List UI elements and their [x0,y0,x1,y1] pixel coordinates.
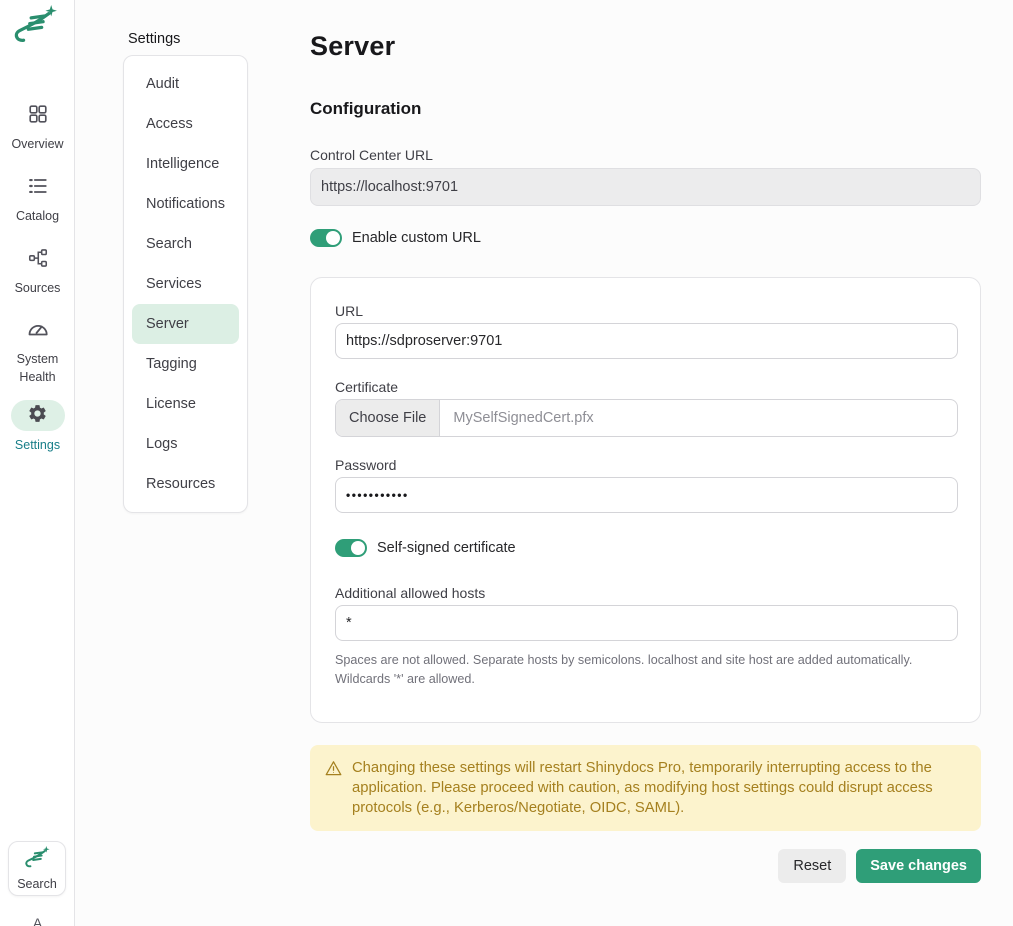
enable-custom-url-row: Enable custom URL [310,229,481,247]
warning-text: Changing these settings will restart Shi… [352,758,959,818]
submenu-item-notifications[interactable]: Notifications [132,184,239,224]
allowed-hosts-helper-text: Spaces are not allowed. Separate hosts b… [335,651,960,689]
warning-icon [324,759,343,778]
sidebar-item-label: Settings [15,436,60,454]
submenu-item-intelligence[interactable]: Intelligence [132,144,239,184]
control-center-url-input [310,168,981,206]
certificate-filename: MySelfSignedCert.pfx [440,400,593,436]
custom-url-card: URL Certificate Choose File MySelfSigned… [310,277,981,723]
sidebar-item-label: System Health [12,350,64,386]
sidebar-item-settings[interactable]: Settings [0,400,75,454]
submenu-item-license[interactable]: License [132,384,239,424]
url-label: URL [335,303,363,319]
list-icon [27,175,49,202]
password-input[interactable] [335,477,958,513]
sidebar-item-label: Overview [11,135,63,153]
main-content: Server Configuration Control Center URL … [310,0,981,926]
shinydocs-logo-icon [11,5,59,50]
gauge-icon [26,318,50,345]
submenu-item-access[interactable]: Access [132,104,239,144]
sidebar-item-label: Catalog [16,207,59,225]
control-center-url-label: Control Center URL [310,147,433,163]
choose-file-button[interactable]: Choose File [336,400,440,436]
section-title: Configuration [310,99,421,119]
toggle-knob [351,541,365,555]
sidebar-search-button[interactable]: Search [8,841,66,896]
certificate-label: Certificate [335,379,398,395]
submenu-item-audit[interactable]: Audit [132,64,239,104]
submenu-header: Settings [128,31,180,47]
submenu-item-search[interactable]: Search [132,224,239,264]
page-title: Server [310,31,395,62]
sidebar-bottom-partial-text: A [0,915,75,926]
self-signed-toggle[interactable] [335,539,367,557]
self-signed-row: Self-signed certificate [335,539,516,557]
reset-button[interactable]: Reset [778,849,846,883]
self-signed-label: Self-signed certificate [377,540,516,556]
sidebar: Overview Catalog Sources [0,0,75,926]
allowed-hosts-input[interactable] [335,605,958,641]
toggle-knob [326,231,340,245]
sidebar-item-system-health[interactable]: System Health [0,318,75,386]
active-pill [11,400,65,431]
allowed-hosts-label: Additional allowed hosts [335,585,485,601]
url-input[interactable] [335,323,958,359]
settings-submenu: Audit Access Intelligence Notifications … [123,55,248,513]
sidebar-item-label: Sources [10,279,66,297]
submenu-item-tagging[interactable]: Tagging [132,344,239,384]
nodes-icon [27,247,49,274]
submenu-item-logs[interactable]: Logs [132,424,239,464]
certificate-file-input[interactable]: Choose File MySelfSignedCert.pfx [335,399,958,437]
submenu-item-services[interactable]: Services [132,264,239,304]
shinydocs-logo-icon [23,846,51,874]
enable-custom-url-label: Enable custom URL [352,230,481,246]
sidebar-item-sources[interactable]: Sources [0,247,75,297]
enable-custom-url-toggle[interactable] [310,229,342,247]
grid-icon [27,103,49,130]
restart-warning-banner: Changing these settings will restart Shi… [310,745,981,831]
gear-icon [27,403,48,429]
app-window: Overview Catalog Sources [0,0,1013,926]
sidebar-item-overview[interactable]: Overview [0,103,75,153]
sidebar-item-catalog[interactable]: Catalog [0,175,75,225]
password-label: Password [335,457,396,473]
form-actions: Reset Save changes [310,849,981,883]
search-label: Search [17,877,57,891]
submenu-item-resources[interactable]: Resources [132,464,239,504]
submenu-item-server[interactable]: Server [132,304,239,344]
save-changes-button[interactable]: Save changes [856,849,981,883]
